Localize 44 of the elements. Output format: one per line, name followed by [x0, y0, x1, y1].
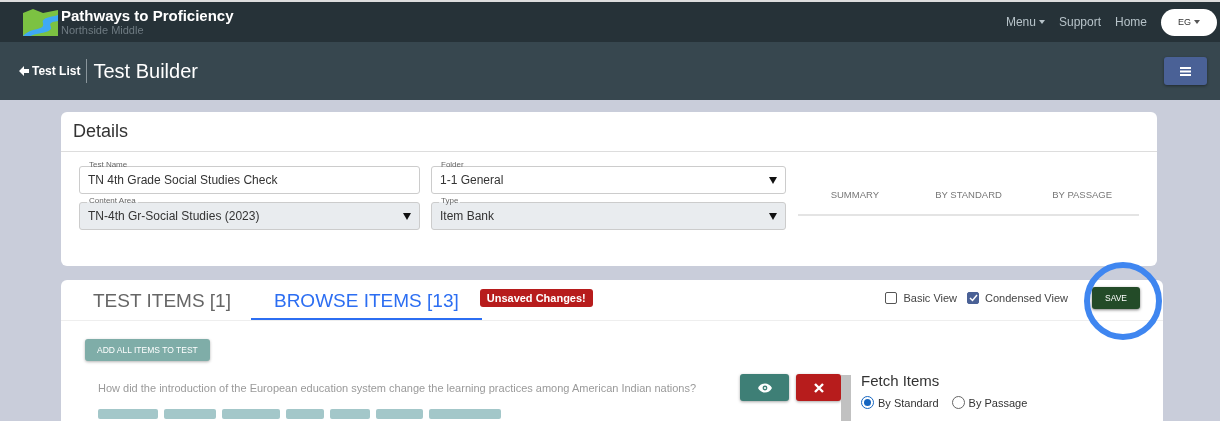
page-title: Test Builder — [93, 59, 198, 83]
dropdown-arrow-icon — [769, 212, 777, 220]
nav-link[interactable]: Home — [1115, 15, 1147, 29]
arrow-left-icon — [19, 66, 29, 76]
items-tab[interactable]: BROWSE ITEMS [13] — [250, 290, 482, 320]
dropdown-arrow-icon — [403, 212, 411, 220]
tag-chip — [98, 409, 158, 419]
dropdown-arrow-icon — [769, 176, 777, 184]
caret-icon — [1194, 20, 1200, 24]
checkbox-label: Basic View — [903, 292, 958, 304]
scrollbar[interactable] — [841, 375, 851, 421]
tag-chip — [222, 409, 280, 419]
app-title: Pathways to Proficiency — [61, 8, 234, 24]
summary-tab[interactable]: BY STANDARD — [911, 189, 1026, 200]
tag-chip — [164, 409, 216, 419]
tag-chip — [330, 409, 370, 419]
items-tab[interactable]: TEST ITEMS [1] — [73, 290, 251, 320]
checkbox-label: Condensed View — [985, 292, 1068, 304]
question-text: How did the introduction of the European education system change the learning practices among American Indian nations? — [98, 381, 698, 394]
radio-label: By Standard — [878, 396, 939, 409]
tag-chip — [429, 409, 501, 419]
remove-button[interactable] — [796, 374, 841, 401]
eye-icon — [757, 382, 772, 393]
tag-chip — [286, 409, 324, 419]
close-icon — [813, 382, 824, 393]
save-button[interactable]: SAVE — [1092, 287, 1140, 309]
tag-chip — [376, 409, 423, 419]
nav-link[interactable]: Support — [1058, 15, 1101, 29]
card-title: Details — [61, 112, 1157, 152]
unsaved-badge: Unsaved Changes! — [479, 289, 593, 307]
back-link[interactable]: Test List — [19, 59, 88, 83]
radio-label: By Passage — [968, 396, 1028, 409]
checkbox[interactable] — [885, 292, 898, 304]
menu-icon — [1180, 66, 1191, 76]
preview-button[interactable] — [739, 374, 790, 401]
school-name: Northside Middle — [61, 24, 145, 36]
panel-title: Fetch Items — [861, 372, 941, 389]
checkbox[interactable] — [967, 292, 980, 304]
nav-link[interactable]: Menu — [1005, 15, 1045, 29]
user-menu-button[interactable]: EG — [1161, 8, 1217, 36]
summary-tab[interactable]: BY PASSAGE — [1025, 189, 1139, 200]
logo-icon — [23, 8, 58, 36]
summary-tab[interactable]: SUMMARY — [798, 189, 912, 200]
menu-button[interactable] — [1164, 57, 1207, 85]
